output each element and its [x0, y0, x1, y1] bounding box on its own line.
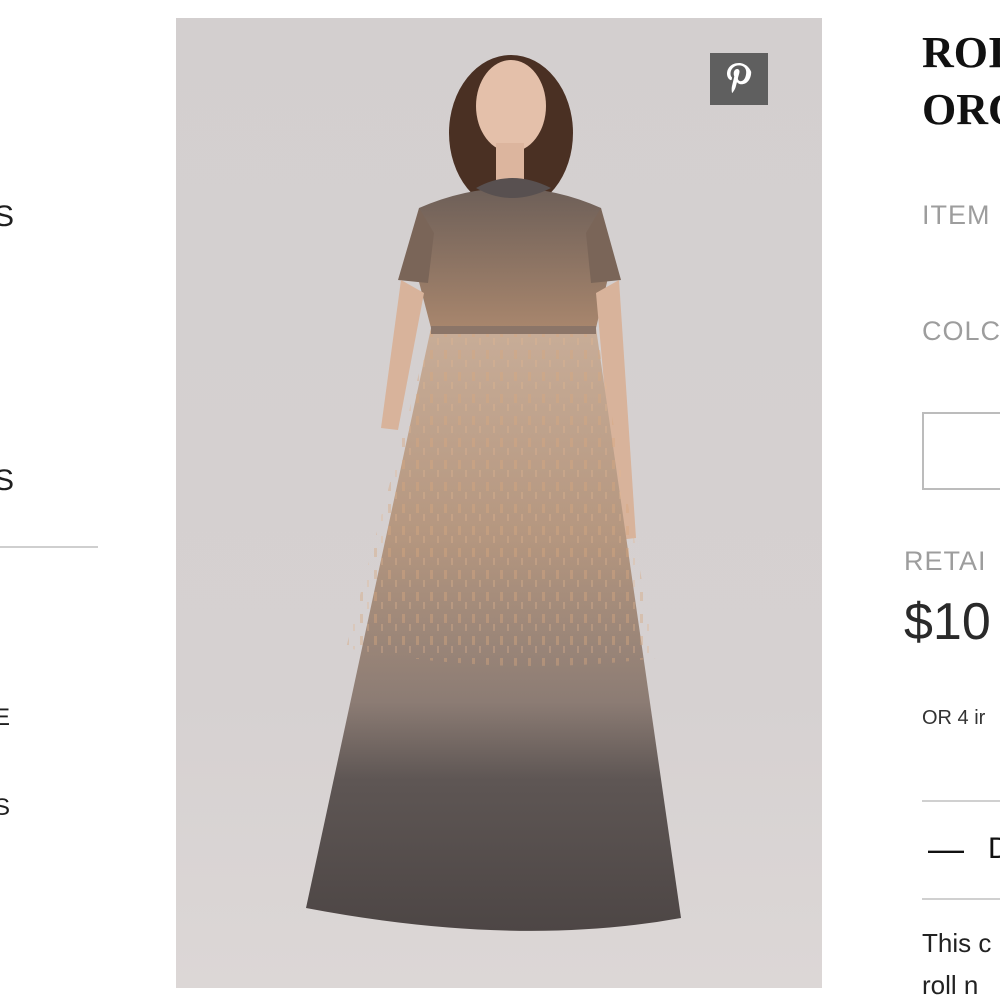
- left-navigation: S S E S: [0, 0, 100, 1000]
- product-title-line2: ORC: [922, 85, 1000, 134]
- item-label: ITEM: [922, 200, 991, 230]
- nav-item-2[interactable]: S: [0, 464, 15, 498]
- nav-item-3[interactable]: E: [0, 704, 11, 732]
- product-title: ROI ORC: [922, 24, 1000, 138]
- nav-item-1[interactable]: S: [0, 200, 15, 234]
- color-label: COLC: [922, 316, 1000, 346]
- description-toggle[interactable]: —: [928, 828, 964, 870]
- retail-label: RETAI: [904, 546, 987, 576]
- divider-top: [922, 800, 1000, 802]
- nav-item-4[interactable]: S: [0, 794, 11, 822]
- dress-illustration: [306, 55, 681, 931]
- installments-text[interactable]: OR 4 ir: [922, 707, 985, 730]
- size-select-box[interactable]: [922, 412, 1000, 490]
- nav-divider: [0, 546, 98, 548]
- pinterest-icon: [727, 63, 752, 94]
- product-image[interactable]: [176, 18, 822, 988]
- description-heading[interactable]: D: [988, 832, 1000, 866]
- pinterest-button[interactable]: [710, 53, 768, 105]
- divider-bottom: [922, 898, 1000, 900]
- price: $10: [904, 593, 991, 651]
- description-text: This c roll n: [922, 922, 991, 1006]
- description-line1: This c: [922, 928, 992, 958]
- product-title-line1: ROI: [922, 28, 1000, 77]
